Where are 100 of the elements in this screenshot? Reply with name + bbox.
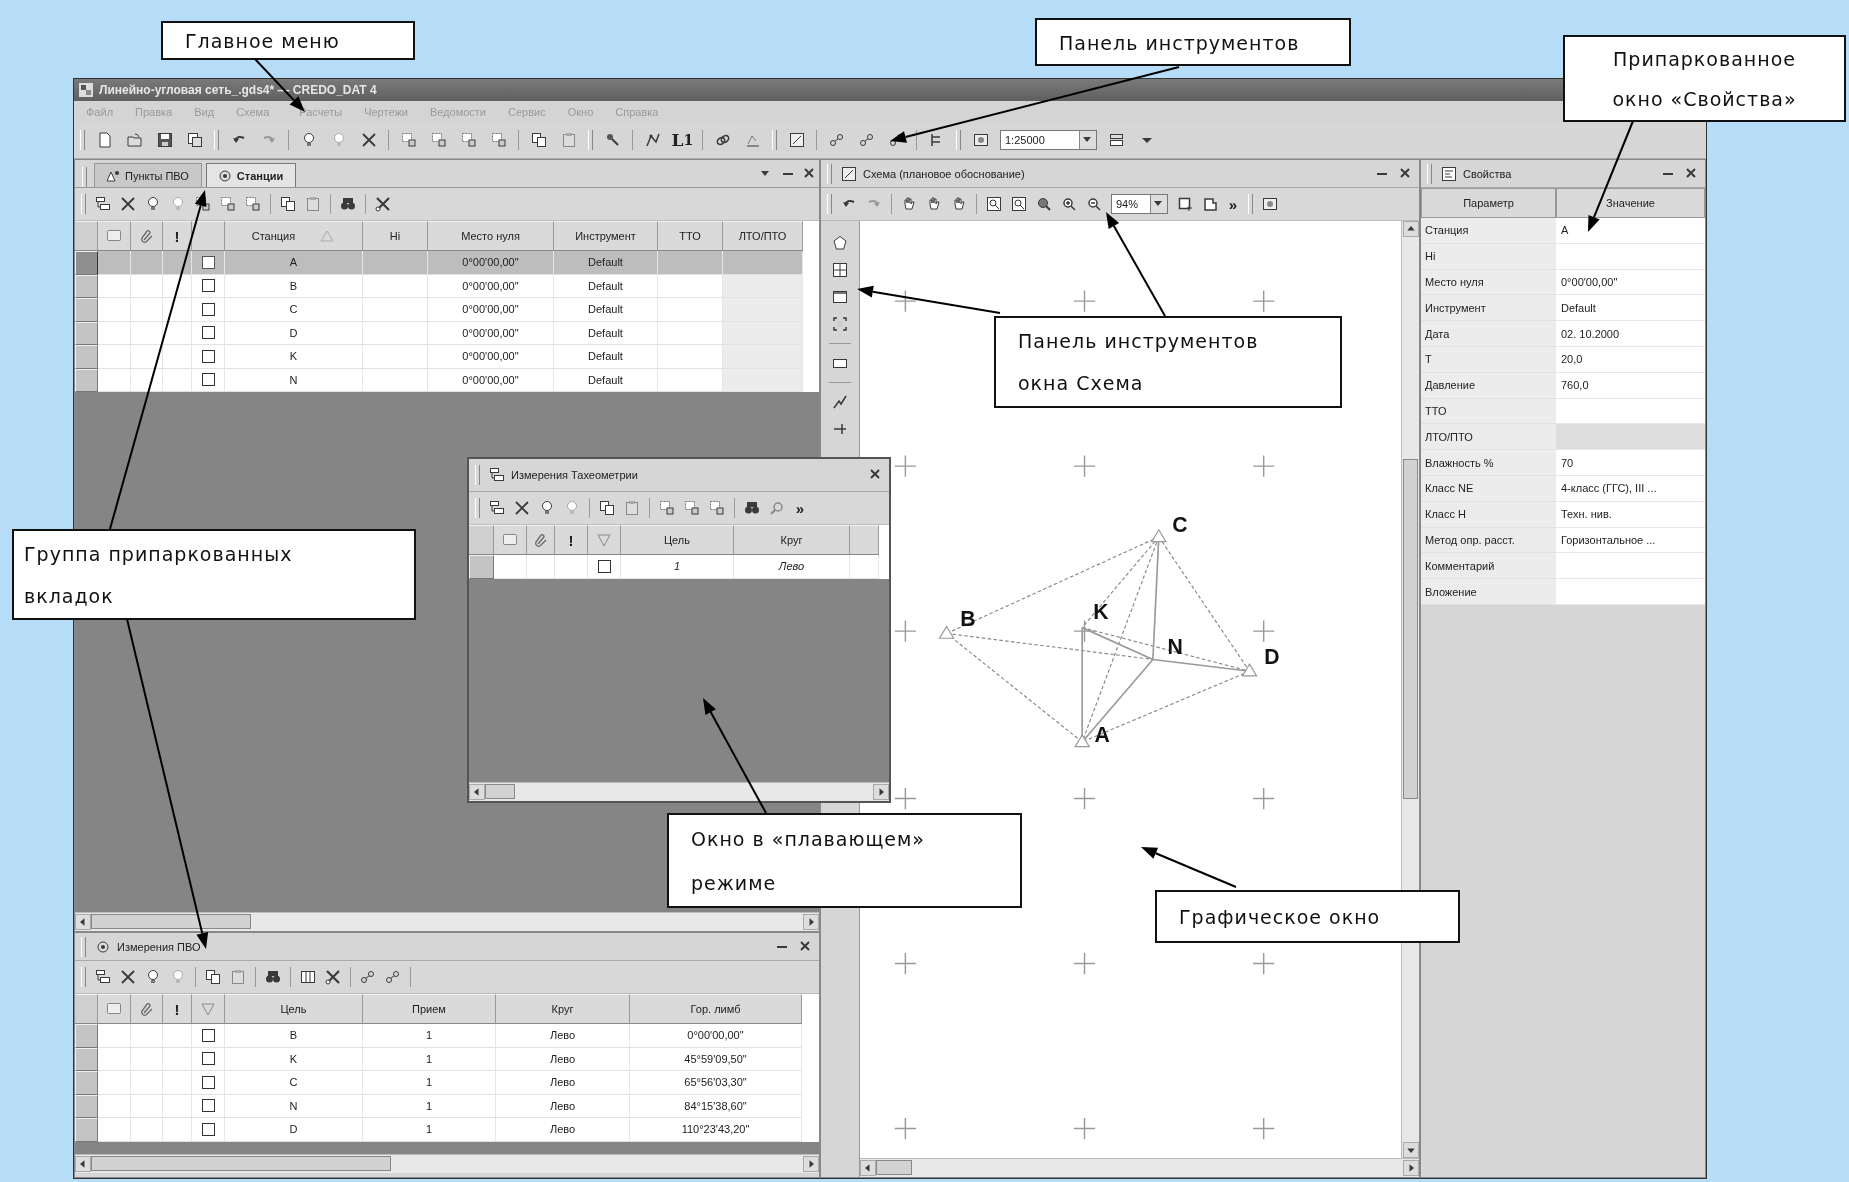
table-cell: 1 [363,1047,496,1071]
table-cell: Default [554,321,658,345]
callout-label: Панель инструментов [1035,18,1351,66]
table-cell: 84°15'38,60" [630,1094,802,1118]
column-header[interactable]: Гор. лимб [630,994,802,1024]
column-header[interactable]: Станция [225,221,363,251]
property-value-field[interactable]: 760,0 [1556,372,1705,399]
table-cell: 1 [363,1118,496,1142]
property-value-field[interactable]: 0°00'00,00" [1556,269,1705,296]
point-label: N [1167,634,1183,658]
column-header[interactable]: Цель [225,994,363,1024]
table-cell: Лево [496,1047,630,1071]
property-name: Класс H [1425,508,1466,521]
callout-label: Окно в «плавающем» режиме [667,813,1022,908]
table-cell: K [225,345,363,369]
point-label: B [960,607,976,631]
property-name: Место нуля [1425,276,1484,288]
table-cell: Default [554,251,658,275]
point-label: K [1093,600,1109,624]
callout-label: Панель инструментов окна Cхема [994,316,1342,408]
more-button[interactable]: » [791,496,809,520]
property-name: Метод опр. расст. [1425,533,1515,546]
column-header[interactable]: Значение [1556,188,1705,218]
property-name: ТТО [1425,404,1447,417]
point-label: A [1094,722,1110,746]
table-cell: Лево [496,1094,630,1118]
column-header[interactable]: ! [163,221,192,251]
table-cell: 1 [363,1071,496,1095]
panel-title: Измерения ПВО [117,940,201,953]
tab[interactable]: Пункты ПВО [94,163,202,187]
column-header[interactable]: Круг [734,525,850,555]
column-header[interactable]: ! [163,994,192,1024]
property-name: Вложение [1425,585,1477,598]
column-header[interactable]: ! [555,525,588,555]
property-name: Влажность % [1425,456,1494,469]
column-header[interactable]: Место нуля [428,221,554,251]
property-name: Давление [1425,379,1476,392]
column-header[interactable]: ЛТО/ПТО [723,221,803,251]
column-header[interactable]: Инструмент [554,221,658,251]
table-cell: 0°00'00,00" [428,251,554,275]
table-cell: Default [554,345,658,369]
callout-label: Главное меню [161,21,415,60]
callout-label: Группа припаркованных вкладок [12,529,416,620]
column-header[interactable]: Круг [496,994,630,1024]
table-cell: C [225,1071,363,1095]
property-name: Комментарий [1425,559,1495,572]
column-header[interactable]: ТТО [658,221,723,251]
table-cell: 1 [621,555,734,579]
property-value-field[interactable]: Горизонтальное ... [1556,527,1705,554]
property-value-field[interactable]: 4-класс (ГГС), III ... [1556,475,1705,502]
zoom-dropdown[interactable]: 94% [1111,194,1168,214]
table-cell: D [225,1118,363,1142]
table-cell: Лево [496,1071,630,1095]
table-cell: A [225,251,363,275]
property-name: Дата [1425,327,1450,340]
table-cell: D [225,321,363,345]
table-cell: 1 [363,1024,496,1048]
table-cell: B [225,274,363,298]
table-cell: Лево [496,1024,630,1048]
table-cell: 0°00'00,00" [428,298,554,322]
table-cell: 0°00'00,00" [428,321,554,345]
table-cell: 1 [363,1094,496,1118]
table-cell: Лево [496,1118,630,1142]
table-cell: Лево [734,555,850,579]
property-value-field[interactable]: 20,0 [1556,347,1705,373]
table-cell: B [225,1024,363,1048]
table-cell: 45°59'09,50" [630,1047,802,1071]
table-cell: 0°00'00,00" [428,274,554,298]
table-cell: K [225,1047,363,1071]
panel-title: Измерения Тахеометрии [511,469,638,481]
column-header[interactable]: Hi [363,221,428,251]
table-cell: Default [554,298,658,322]
table-cell: N [225,1094,363,1118]
callout-label: Графическое окно [1155,890,1460,943]
property-value-field[interactable]: 02. 10.2000 [1556,321,1705,347]
property-value-field[interactable]: Default [1556,295,1705,322]
callout-label: Припаркованное окно «Свойства» [1563,35,1846,122]
property-name: Класс NE [1425,482,1474,495]
property-name: Инструмент [1425,301,1486,314]
property-value-field[interactable]: Техн. нив. [1556,501,1705,528]
column-header[interactable]: Цель [621,525,734,555]
property-value-field[interactable]: 70 [1556,450,1705,476]
scale-dropdown[interactable]: 1:25000 [1000,130,1097,150]
table-cell: Default [554,274,658,298]
panel-title: Свойства [1463,167,1512,180]
panel-title: Схема (плановое обоснование) [863,167,1025,180]
column-header[interactable]: Прием [363,994,496,1024]
more-button[interactable]: » [1224,192,1242,216]
table-cell: 0°00'00,00" [428,345,554,369]
table-cell: 65°56'03,30" [630,1071,802,1095]
table-cell: 110°23'43,20" [630,1118,802,1142]
table-cell: C [225,298,363,322]
table-cell: 0°00'00,00" [630,1024,802,1048]
column-header[interactable]: Параметр [1421,188,1556,218]
point-label: C [1172,513,1188,537]
property-name: ЛТО/ПТО [1425,430,1473,443]
property-name: Hi [1425,250,1436,263]
tab[interactable]: Станции [205,163,297,187]
point-label: D [1264,645,1280,669]
property-name: Станция [1425,224,1469,237]
